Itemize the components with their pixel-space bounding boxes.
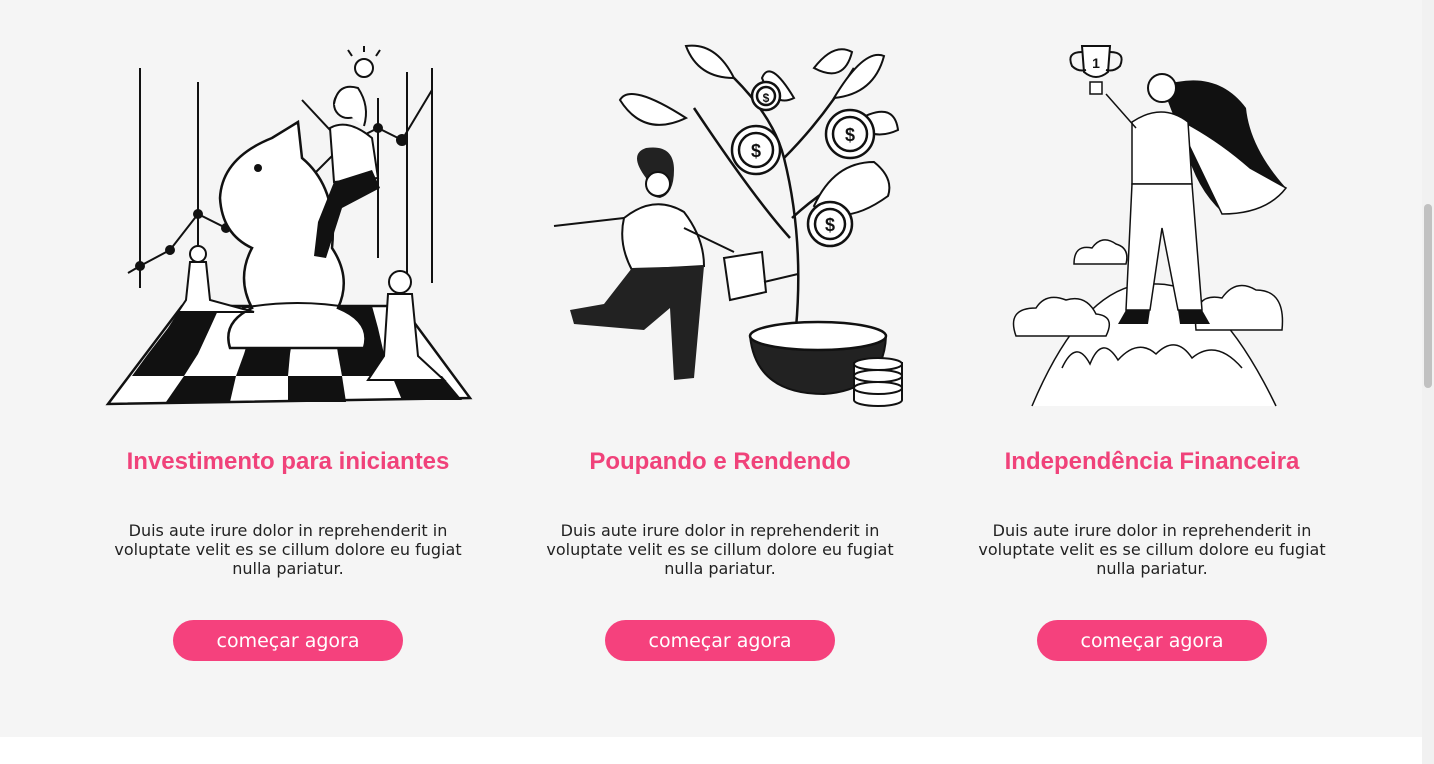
start-now-button[interactable]: começar agora [1037, 620, 1267, 661]
page-scrollbar[interactable] [1422, 0, 1434, 764]
trophy-mountain-illustration: 1 [1012, 45, 1288, 407]
card-title: Poupando e Rendendo [589, 448, 851, 475]
svg-text:$: $ [845, 125, 855, 145]
svg-text:$: $ [825, 215, 835, 235]
svg-text:$: $ [751, 141, 761, 161]
chess-investing-illustration [105, 46, 473, 406]
card-title: Investimento para iniciantes [126, 448, 450, 475]
features-section: Investimento para iniciantes Duis aute i… [0, 0, 1422, 737]
card-description: Duis aute irure dolor in reprehenderit i… [546, 521, 894, 578]
start-now-button[interactable]: começar agora [173, 620, 403, 661]
svg-text:$: $ [763, 91, 770, 105]
card-description: Duis aute irure dolor in reprehenderit i… [978, 521, 1326, 578]
svg-text:1: 1 [1092, 55, 1100, 71]
money-tree-illustration: $ $ $ $ [553, 44, 903, 407]
card-title: Independência Financeira [1004, 448, 1300, 475]
card-description: Duis aute irure dolor in reprehenderit i… [114, 521, 462, 578]
feature-card-investimento: Investimento para iniciantes Duis aute i… [72, 0, 504, 737]
next-section [0, 737, 1422, 764]
start-now-button[interactable]: começar agora [605, 620, 835, 661]
feature-card-independencia: 1 Independência Financeira Duis aute iru… [936, 0, 1368, 737]
feature-card-poupando: $ $ $ $ Poupando e Rendendo Duis aute ir… [504, 0, 936, 737]
scrollbar-thumb[interactable] [1424, 204, 1432, 388]
